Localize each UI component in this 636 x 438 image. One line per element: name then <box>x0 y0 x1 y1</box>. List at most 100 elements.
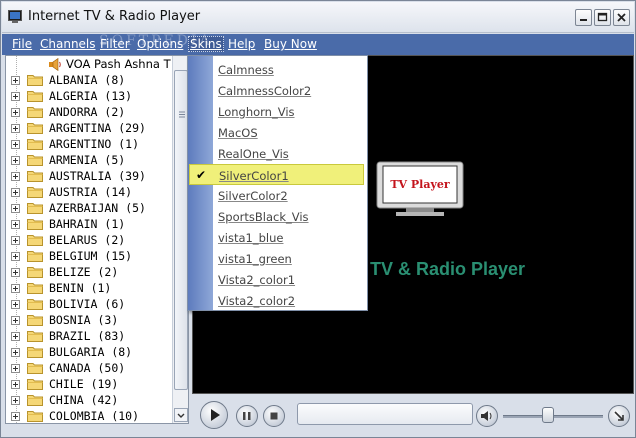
tree-item[interactable]: BELARUS (2) <box>6 232 174 248</box>
skin-option[interactable]: RealOne_Vis <box>213 143 367 164</box>
tree-item[interactable]: AUSTRIA (14) <box>6 184 174 200</box>
title-bar[interactable]: Internet TV & Radio Player <box>2 2 634 33</box>
tree-item[interactable]: BOLIVIA (6) <box>6 296 174 312</box>
expand-icon[interactable] <box>11 76 20 85</box>
expand-icon[interactable] <box>11 220 20 229</box>
fullscreen-button[interactable] <box>608 405 630 427</box>
tree-scrollbar[interactable] <box>172 56 188 423</box>
expand-icon[interactable] <box>11 140 20 149</box>
expand-icon[interactable] <box>11 268 20 277</box>
skin-option[interactable]: Vista2_color1 <box>213 269 367 290</box>
country-name: AUSTRALIA <box>49 169 112 183</box>
tree-item-label: BELIZE (2) <box>49 265 118 279</box>
volume-slider[interactable] <box>542 407 554 423</box>
stop-button[interactable] <box>263 405 285 427</box>
scroll-down-button[interactable] <box>174 408 188 422</box>
menu-channels[interactable]: Channels <box>40 37 96 51</box>
mute-button[interactable] <box>476 405 498 427</box>
minimize-button[interactable] <box>575 9 592 26</box>
skin-option[interactable]: vista1_green <box>213 248 367 269</box>
skin-option[interactable]: Vista2_color2 <box>213 290 367 311</box>
maximize-button[interactable] <box>594 9 611 26</box>
skin-option[interactable]: SportsBlack_Vis <box>213 206 367 227</box>
tree-item[interactable]: ANDORRA (2) <box>6 104 174 120</box>
country-name: BRAZIL <box>49 329 91 343</box>
expand-icon[interactable] <box>11 108 20 117</box>
tree-item[interactable]: AZERBAIJAN (5) <box>6 200 174 216</box>
expand-icon[interactable] <box>11 172 20 181</box>
skin-option[interactable]: SilverColor2 <box>213 185 367 206</box>
folder-icon <box>27 315 43 326</box>
expand-icon[interactable] <box>11 332 20 341</box>
tree-item-label: CANADA (50) <box>49 361 125 375</box>
channel-count: (8) <box>111 345 133 359</box>
country-name: CHINA <box>49 393 84 407</box>
pause-button[interactable] <box>236 405 258 427</box>
skin-option[interactable]: CalmnessColor2 <box>213 80 367 101</box>
tree-item[interactable]: CHILE (19) <box>6 376 174 392</box>
country-name: COLOMBIA <box>49 409 105 423</box>
expand-icon[interactable] <box>11 124 20 133</box>
chevron-down-icon <box>177 413 185 418</box>
expand-icon[interactable] <box>11 188 20 197</box>
expand-icon[interactable] <box>11 300 20 309</box>
channel-count: (39) <box>118 169 146 183</box>
now-playing-row[interactable]: VOA Pash Ashna T <box>6 56 174 72</box>
tree-item[interactable]: ARGENTINA (29) <box>6 120 174 136</box>
expand-icon[interactable] <box>11 156 20 165</box>
menu-help[interactable]: Help <box>228 37 255 51</box>
tree-item[interactable]: BRAZIL (83) <box>6 328 174 344</box>
channel-tree[interactable]: VOA Pash Ashna T ALBANIA (8) ALGERIA (13)… <box>5 55 189 424</box>
folder-icon <box>27 75 43 86</box>
country-name: AUSTRIA <box>49 185 98 199</box>
close-icon <box>617 13 626 22</box>
expand-icon[interactable] <box>11 252 20 261</box>
menu-file[interactable]: File <box>12 37 32 51</box>
tree-item[interactable]: ARMENIA (5) <box>6 152 174 168</box>
expand-icon[interactable] <box>11 236 20 245</box>
menu-buy-now[interactable]: Buy Now <box>264 37 317 51</box>
tree-item[interactable]: CANADA (50) <box>6 360 174 376</box>
tree-item[interactable]: ALGERIA (13) <box>6 88 174 104</box>
tree-item[interactable]: ALBANIA (8) <box>6 72 174 88</box>
skin-option[interactable]: MacOS <box>213 122 367 143</box>
menu-options[interactable]: Options <box>137 37 183 51</box>
expand-icon[interactable] <box>11 380 20 389</box>
tree-item[interactable]: BELIZE (2) <box>6 264 174 280</box>
country-name: AZERBAIJAN <box>49 201 119 215</box>
skin-option[interactable]: vista1_blue <box>213 227 367 248</box>
tree-item-label: BAHRAIN (1) <box>49 217 125 231</box>
tree-item[interactable]: BAHRAIN (1) <box>6 216 174 232</box>
expand-icon[interactable] <box>11 364 20 373</box>
seek-bar[interactable] <box>297 403 473 425</box>
tree-item[interactable]: AUSTRALIA (39) <box>6 168 174 184</box>
menu-skins[interactable]: Skins <box>188 36 224 52</box>
skin-option[interactable]: Calmness <box>213 59 367 80</box>
tree-item[interactable]: COLOMBIA (10) <box>6 408 174 423</box>
tree-item[interactable]: BELGIUM (15) <box>6 248 174 264</box>
window-title: Internet TV & Radio Player <box>28 9 201 24</box>
country-name: ALBANIA <box>49 73 98 87</box>
skin-option[interactable]: Longhorn_Vis <box>213 101 367 122</box>
expand-icon[interactable] <box>11 284 20 293</box>
expand-icon[interactable] <box>11 204 20 213</box>
tree-item[interactable]: BOSNIA (3) <box>6 312 174 328</box>
folder-icon <box>27 411 43 422</box>
skin-option[interactable]: ✔ SilverColor1 <box>189 164 364 185</box>
tree-item[interactable]: BENIN (1) <box>6 280 174 296</box>
expand-icon[interactable] <box>11 396 20 405</box>
channel-count: (50) <box>97 361 126 375</box>
expand-icon[interactable] <box>11 348 20 357</box>
play-button[interactable] <box>200 401 228 429</box>
brand-text: TV & Radio Player <box>370 259 526 279</box>
tree-item[interactable]: CHINA (42) <box>6 392 174 408</box>
tree-item[interactable]: ARGENTINO (1) <box>6 136 174 152</box>
country-name: BENIN <box>49 281 84 295</box>
expand-icon[interactable] <box>11 316 20 325</box>
expand-icon[interactable] <box>11 92 20 101</box>
tree-item[interactable]: BULGARIA (8) <box>6 344 174 360</box>
expand-icon[interactable] <box>11 412 20 421</box>
scrollbar-thumb[interactable] <box>174 70 188 390</box>
menu-filter[interactable]: Filter <box>100 37 130 51</box>
close-button[interactable] <box>613 9 630 26</box>
